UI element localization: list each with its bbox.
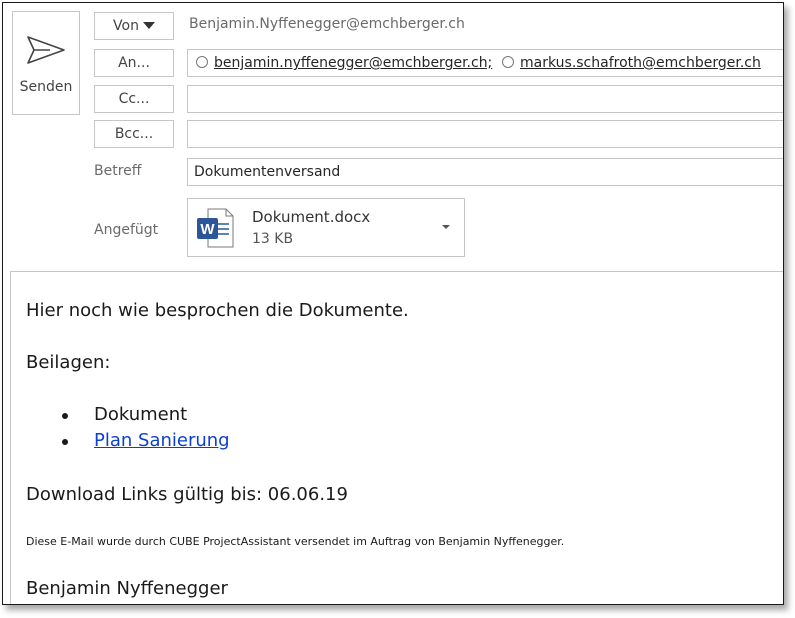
- recipient-1[interactable]: benjamin.nyffenegger@emchberger.ch;: [196, 50, 492, 76]
- recipient-2-address: markus.schafroth@emchberger.ch: [520, 55, 761, 71]
- body-signature: Benjamin Nyffenegger: [26, 578, 228, 599]
- to-field[interactable]: benjamin.nyffenegger@emchberger.ch; mark…: [187, 49, 783, 77]
- body-enclosures-heading: Beilagen:: [26, 352, 111, 373]
- enclosure-item: Dokument: [94, 404, 188, 425]
- subject-field[interactable]: Dokumentenversand: [187, 158, 783, 186]
- subject-value: Dokumentenversand: [194, 164, 341, 180]
- to-button-label: An...: [118, 55, 150, 71]
- from-button[interactable]: Von: [94, 12, 174, 40]
- compose-window: Senden Von Benjamin.Nyffenegger@emchberg…: [2, 2, 784, 605]
- message-body[interactable]: Hier noch wie besprochen die Dokumente. …: [10, 271, 783, 604]
- cc-button-label: Cc...: [118, 91, 150, 107]
- presence-icon: [196, 56, 208, 68]
- bullet-icon: [62, 439, 68, 445]
- to-button[interactable]: An...: [94, 49, 174, 77]
- attachment-item[interactable]: W Dokument.docx 13 KB: [187, 198, 465, 257]
- attachment-name: Dokument.docx: [252, 208, 371, 226]
- attachments-label: Angefügt: [94, 222, 159, 238]
- attachment-size: 13 KB: [252, 231, 294, 247]
- send-button-label: Senden: [19, 79, 73, 95]
- body-intro: Hier noch wie besprochen die Dokumente.: [26, 300, 409, 321]
- bcc-field[interactable]: [187, 120, 783, 148]
- svg-text:W: W: [200, 221, 215, 238]
- attachment-dropdown-icon[interactable]: [442, 225, 450, 229]
- enclosure-link[interactable]: Plan Sanierung: [94, 430, 230, 451]
- subject-label: Betreff: [94, 163, 142, 179]
- send-icon: [27, 36, 65, 64]
- send-button[interactable]: Senden: [12, 11, 80, 115]
- bcc-button[interactable]: Bcc...: [94, 120, 174, 148]
- chevron-down-icon: [142, 22, 155, 29]
- cc-field[interactable]: [187, 85, 783, 113]
- bullet-icon: [62, 413, 68, 419]
- word-doc-icon: W: [197, 208, 234, 248]
- recipient-1-address: benjamin.nyffenegger@emchberger.ch;: [214, 55, 493, 71]
- recipient-2[interactable]: markus.schafroth@emchberger.ch: [502, 50, 761, 76]
- bcc-button-label: Bcc...: [114, 126, 154, 142]
- from-address: Benjamin.Nyffenegger@emchberger.ch: [189, 16, 465, 32]
- body-validity: Download Links gültig bis: 06.06.19: [26, 484, 348, 505]
- cc-button[interactable]: Cc...: [94, 85, 174, 113]
- presence-icon: [502, 56, 514, 68]
- body-notice: Diese E-Mail wurde durch CUBE ProjectAss…: [26, 535, 565, 548]
- from-button-label: Von: [113, 18, 139, 34]
